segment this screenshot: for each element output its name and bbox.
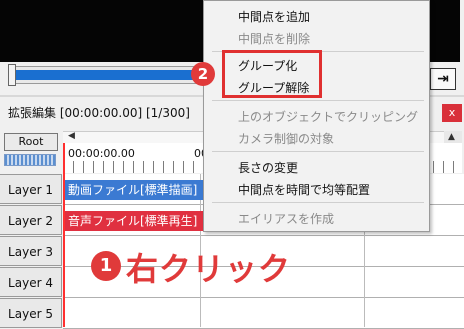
root-button[interactable]: Root xyxy=(4,133,58,151)
menu-separator xyxy=(212,151,424,152)
timeline-window-title: 拡張編集 [00:00:00.00] [1/300] xyxy=(8,106,190,120)
menu-item-camera-target: カメラ制御の対象 xyxy=(238,132,335,146)
menu-item-distribute-midpoints[interactable]: 中間点を時間で均等配置 xyxy=(238,181,370,198)
zoom-slider[interactable] xyxy=(4,154,56,166)
layer-label[interactable]: Layer 1 xyxy=(0,174,62,204)
menu-item-create-alias: エイリアスを作成 xyxy=(238,212,335,226)
menu-item-clip-above: 上のオブジェクトでクリッピング xyxy=(238,110,419,124)
seek-slider-thumb[interactable] xyxy=(8,64,16,86)
layer-label[interactable]: Layer 5 xyxy=(0,298,62,328)
menu-separator xyxy=(212,202,424,203)
time-ruler-label: 00:00:00.00 xyxy=(68,147,135,160)
layer-track[interactable] xyxy=(63,298,464,329)
layer-label[interactable]: Layer 4 xyxy=(0,267,62,297)
menu-item-add-midpoint[interactable]: 中間点を追加 xyxy=(238,8,310,25)
menu-separator xyxy=(212,100,424,101)
close-button[interactable]: x xyxy=(442,104,462,122)
step-badge: 2 xyxy=(191,62,215,86)
playhead-cursor[interactable] xyxy=(63,143,65,327)
video-clip[interactable]: 動画ファイル[標準描画] xyxy=(64,180,204,200)
scroll-left-icon[interactable]: ◀ xyxy=(68,131,75,141)
layer-label[interactable]: Layer 2 xyxy=(0,205,62,235)
highlight-box xyxy=(222,50,322,98)
layer-label[interactable]: Layer 3 xyxy=(0,236,62,266)
step-badge: 1 xyxy=(91,251,121,281)
audio-clip[interactable]: 音声ファイル[標準再生] xyxy=(64,211,204,231)
scroll-up-icon[interactable]: ▲ xyxy=(448,132,455,142)
right-click-annotation: 右クリック xyxy=(126,250,292,288)
menu-item-delete-midpoint: 中間点を削除 xyxy=(238,32,311,46)
go-to-end-button[interactable]: ⇥ xyxy=(430,68,456,90)
menu-item-change-length[interactable]: 長さの変更 xyxy=(238,159,298,176)
